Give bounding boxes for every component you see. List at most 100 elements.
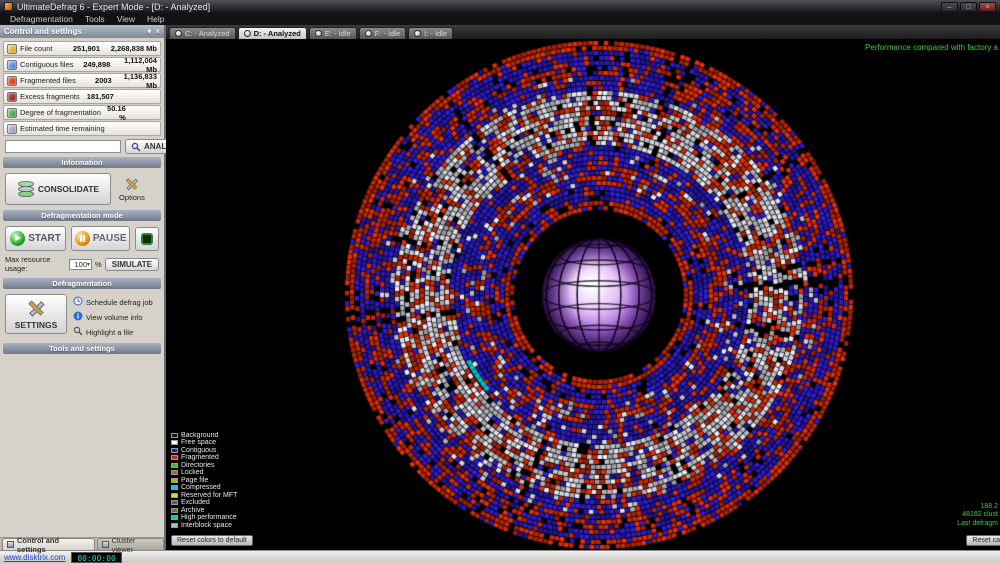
drive-tab-strip: C: - AnalyzedD: - Analyzed E: - Idle F: - … (166, 25, 1000, 39)
legend-swatch[interactable] (171, 433, 178, 438)
drive-tab-i[interactable]: I: - Idle (408, 27, 453, 39)
drive-tab-e[interactable]: E: - Idle (309, 27, 357, 39)
legend-swatch[interactable] (171, 523, 178, 528)
drive-tab-f[interactable]: F: - Idle (359, 27, 406, 39)
pause-icon (75, 231, 90, 246)
pause-button[interactable]: PAUSE (71, 226, 130, 251)
legend-swatch[interactable] (171, 508, 178, 513)
panel-tab-cluster-viewer[interactable]: Cluster viewer (97, 538, 164, 550)
legend-swatch[interactable] (171, 470, 178, 475)
reset-colors-button[interactable]: Reset colors to default (171, 535, 253, 546)
legend-item-directories: Directories (171, 462, 237, 470)
drive-tab-c[interactable]: C: - Analyzed (169, 27, 236, 39)
legend-label: Locked (181, 469, 204, 476)
stat-count: 251,901 (58, 44, 100, 53)
legend-swatch[interactable] (171, 448, 178, 453)
tool-link-label: View volume info (86, 313, 143, 322)
consolidate-button[interactable]: CONSOLIDATE (5, 173, 111, 205)
main-area: C: - AnalyzedD: - Analyzed E: - Idle F: - … (166, 25, 1000, 550)
app-icon (4, 2, 13, 11)
tool-link-label: Schedule defrag job (86, 298, 153, 307)
options-button[interactable]: Options (119, 177, 145, 202)
disk-info-line: 188.2 (957, 503, 998, 512)
legend-label: High performance (181, 514, 237, 521)
legend-label: Contiguous (181, 447, 216, 454)
section-defragmentation: Defragmentation (3, 278, 161, 289)
title-bar: UltimateDefrag 6 - Expert Mode - [D: - A… (0, 0, 1000, 13)
pause-button-label: PAUSE (93, 233, 127, 244)
legend-item-interblock-space: Interblock space (171, 522, 237, 530)
tool-link-view-volume-info[interactable]: View volume info (73, 311, 153, 323)
panel-close-icon[interactable]: × (155, 27, 160, 36)
start-button[interactable]: START (5, 226, 66, 251)
stat-count: 181,507 (83, 92, 114, 101)
menu-help[interactable]: Help (141, 14, 170, 24)
panel-header: Control and settings ▾ × (0, 25, 164, 38)
reset-camera-button[interactable]: Reset camera (966, 535, 1000, 546)
legend-swatch[interactable] (171, 478, 178, 483)
max-resource-dropdown[interactable]: 100 ▾ (69, 259, 92, 270)
legend-swatch[interactable] (171, 515, 178, 520)
legend-swatch[interactable] (171, 500, 178, 505)
panel-tab-control-and-settings[interactable]: Control and settings (2, 538, 95, 550)
resource-row: Max resource usage: 100 ▾ % SIMULATE (3, 254, 161, 276)
legend-label: Page file (181, 477, 208, 484)
panel-body: File count251,9012,268,838 MbContiguous … (0, 38, 164, 354)
stat-label: Estimated time remaining (20, 124, 105, 133)
start-pause-row: START PAUSE (3, 223, 161, 254)
magnifier-icon (131, 142, 141, 152)
drive-icon (175, 30, 182, 37)
content-area: Control and settings ▾ × File count251,9… (0, 25, 1000, 550)
website-link[interactable]: www.disktrix.com (4, 553, 65, 562)
info-icon (73, 311, 83, 323)
drive-tab-d[interactable]: D: - Analyzed (238, 27, 307, 39)
tools-icon (124, 177, 139, 192)
legend-label: Free space (181, 439, 216, 446)
legend-label: Interblock space (181, 522, 232, 529)
disk-info-text: 188.2 48192 clust Last defragm (957, 503, 998, 529)
stat-count: 2003 (79, 76, 112, 85)
settings-button[interactable]: SETTINGS (5, 294, 67, 334)
statistics-list: File count251,9012,268,838 MbContiguous … (3, 41, 161, 136)
tool-link-highlight-a-file[interactable]: Highlight a file (73, 326, 153, 338)
menu-view[interactable]: View (111, 14, 141, 24)
legend-swatch[interactable] (171, 440, 178, 445)
legend-item-excluded: Excluded (171, 499, 237, 507)
maximize-button[interactable]: □ (960, 2, 977, 12)
legend-swatch[interactable] (171, 463, 178, 468)
settings-button-label: SETTINGS (15, 320, 58, 330)
legend-item-fragmented: Fragmented (171, 454, 237, 462)
control-panel: Control and settings ▾ × File count251,9… (0, 25, 166, 550)
legend-label: Compressed (181, 484, 221, 491)
disk-canvas[interactable] (166, 39, 1000, 550)
panel-header-title: Control and settings (4, 27, 82, 36)
menu-tools[interactable]: Tools (79, 14, 111, 24)
legend: BackgroundFree spaceContiguousFragmented… (171, 432, 237, 530)
disk-visualization: Performance compared with factory a Back… (166, 39, 1000, 550)
simulate-button[interactable]: SIMULATE (105, 258, 159, 271)
legend-item-free-space: Free space (171, 439, 237, 447)
legend-swatch[interactable] (171, 493, 178, 498)
stat-row-contiguous-files: Contiguous files249,8981,112,004 Mb (3, 57, 161, 72)
window-title: UltimateDefrag 6 - Expert Mode - [D: - A… (17, 2, 210, 12)
stat-row-estimated-time-remaining: Estimated time remaining (3, 121, 161, 136)
legend-swatch[interactable] (171, 455, 178, 460)
legend-item-reserved-for-mft: Reserved for MFT (171, 492, 237, 500)
minimize-button[interactable]: – (941, 2, 958, 12)
tool-link-schedule-defrag-job[interactable]: Schedule defrag job (73, 296, 153, 308)
contiguous-files-icon (7, 60, 17, 70)
legend-swatch[interactable] (171, 485, 178, 490)
close-button[interactable]: × (979, 2, 996, 12)
fragmented-files-icon (7, 76, 17, 86)
menu-defragmentation[interactable]: Defragmentation (4, 14, 79, 24)
stat-count: 249,898 (76, 60, 110, 69)
legend-item-page-file: Page file (171, 477, 237, 485)
clock-icon (73, 296, 83, 308)
time-remaining-field[interactable] (5, 140, 121, 153)
tool-link-label: Highlight a file (86, 328, 133, 337)
panel-collapse-icon[interactable]: ▾ (147, 27, 151, 36)
stop-button[interactable] (135, 227, 159, 251)
tool-links: Schedule defrag job View volume info Highl… (73, 294, 153, 338)
drive-tab-label: E: - Idle (325, 29, 351, 38)
magnifier-icon (73, 326, 83, 338)
